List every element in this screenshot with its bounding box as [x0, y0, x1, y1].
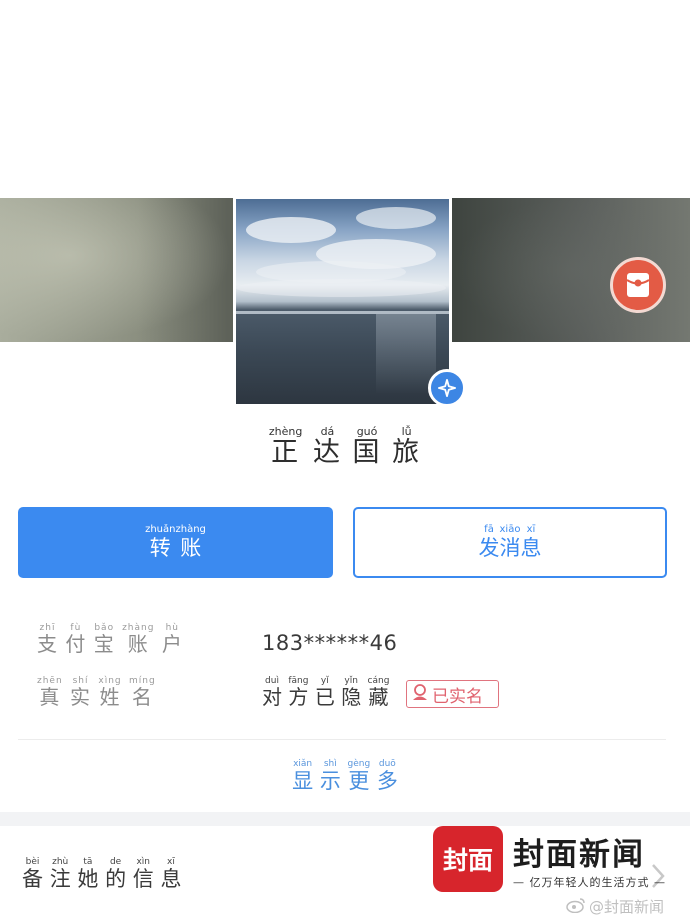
weibo-handle: @封面新闻 — [589, 898, 665, 916]
avatar-sea-sky-photo — [236, 199, 449, 404]
real-name-value: duì 对 fāng 方 yǐ 已 yǐn 隐 cáng 藏 — [262, 676, 390, 709]
red-packet-icon[interactable] — [610, 257, 666, 313]
send-message-button[interactable]: fā 发 xiāo 消 xī 息 — [353, 507, 667, 578]
cover-news-logo: 封面 — [433, 826, 503, 892]
avatar[interactable] — [233, 196, 452, 407]
real-name-verified-badge: 已实名 — [406, 680, 499, 708]
transfer-button[interactable]: zhuǎn 转 zhàng 账 — [18, 507, 333, 578]
profile-name: zhèng 正 dá 达 guó 国 lǚ 旅 — [268, 425, 422, 468]
cover-left-blur — [0, 198, 232, 342]
watermark-slogan: — 亿万年轻人的生活方式 — — [513, 876, 666, 889]
weibo-icon — [566, 897, 586, 917]
verified-star-icon — [428, 369, 466, 407]
watermark-title: 封面新闻 — [513, 837, 645, 873]
show-more-link[interactable]: xiǎn 显 shì 示 gèng 更 duō 多 — [0, 760, 690, 793]
divider — [18, 739, 666, 740]
weibo-watermark: @封面新闻 — [566, 896, 664, 917]
person-icon — [411, 683, 429, 706]
section-separator — [0, 812, 690, 826]
remark-her-info-row[interactable]: bèi 备 zhù 注 tā 她 de 的 xìn 信 xī 息 — [22, 858, 181, 891]
alipay-account-label: zhī 支 fù 付 bǎo 宝 zhàng 账 hù 户 — [37, 623, 183, 656]
alipay-account-value: 183******46 — [262, 631, 398, 655]
verified-badge-label: 已实名 — [432, 686, 483, 707]
real-name-label: zhēn 真 shí 实 xìng 姓 míng 名 — [37, 676, 156, 709]
